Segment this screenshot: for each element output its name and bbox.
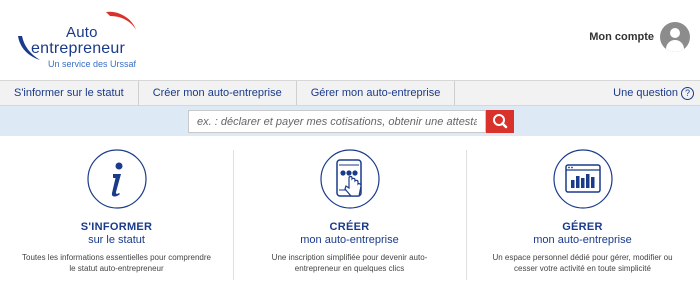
tablet-touch-icon: [320, 149, 380, 209]
nav-question-label: Une question: [613, 87, 678, 99]
column-creer[interactable]: CRÉER mon auto-entreprise Une inscriptio…: [233, 136, 466, 295]
column-description: Un espace personnel dédié pour gérer, mo…: [492, 253, 673, 273]
account-label: Mon compte: [589, 31, 654, 43]
column-subtitle: mon auto-entreprise: [533, 234, 632, 246]
logo-tagline: Un service des Urssaf: [48, 59, 137, 69]
main-nav: S'informer sur le statut Créer mon auto-…: [0, 80, 700, 106]
question-icon: ?: [681, 86, 694, 100]
header: Auto entrepreneur Un service des Urssaf …: [0, 0, 700, 80]
user-avatar-icon: [660, 22, 690, 52]
feature-columns: S'INFORMER sur le statut Toutes les info…: [0, 136, 700, 295]
search-icon: [493, 114, 508, 129]
nav-item-gerer[interactable]: Gérer mon auto-entreprise: [297, 81, 456, 105]
info-icon: [87, 149, 147, 209]
auto-entrepreneur-logo[interactable]: Auto entrepreneur Un service des Urssaf: [14, 10, 144, 70]
nav-item-sinformer[interactable]: S'informer sur le statut: [0, 81, 139, 105]
column-subtitle: sur le statut: [88, 234, 145, 246]
logo-text-entrepreneur: entrepreneur: [31, 40, 126, 57]
account-button[interactable]: Mon compte: [589, 22, 690, 52]
nav-item-creer[interactable]: Créer mon auto-entreprise: [139, 81, 297, 105]
nav-question-link[interactable]: Une question ?: [613, 81, 700, 105]
column-title: S'INFORMER: [80, 221, 153, 233]
dashboard-chart-icon: [553, 149, 613, 209]
search-input[interactable]: [188, 110, 486, 133]
column-subtitle: mon auto-entreprise: [300, 234, 399, 246]
logo-text-auto: Auto: [66, 24, 98, 41]
column-description: Toutes les informations essentielles pou…: [22, 253, 211, 273]
column-gerer[interactable]: GÉRER mon auto-entreprise Un espace pers…: [466, 136, 699, 295]
column-sinformer[interactable]: S'INFORMER sur le statut Toutes les info…: [0, 136, 233, 295]
column-title: GÉRER: [562, 221, 603, 233]
search-band: [0, 106, 700, 136]
column-title: CRÉER: [329, 221, 370, 233]
column-description: Une inscription simplifiée pour devenir …: [271, 253, 428, 273]
search-button[interactable]: [486, 110, 514, 133]
